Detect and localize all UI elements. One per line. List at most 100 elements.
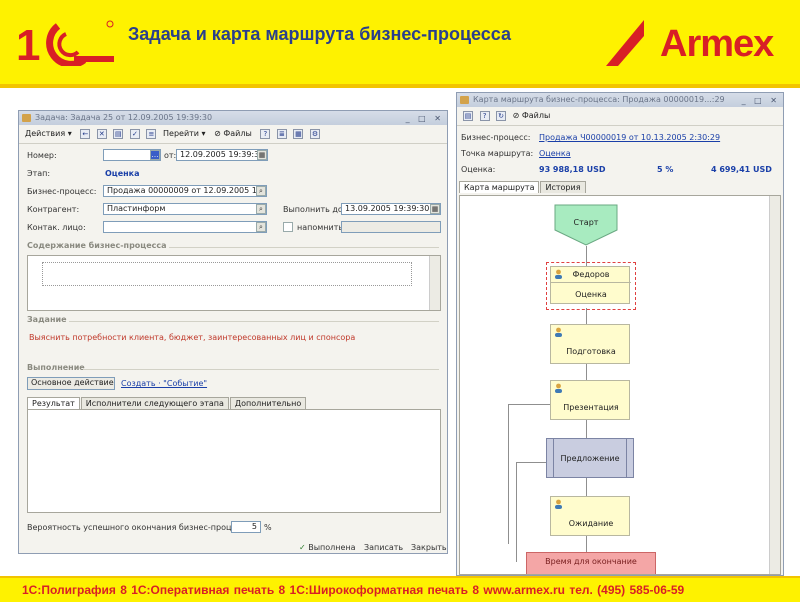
structure-icon[interactable]: ▤ (113, 129, 124, 139)
date-prefix-label: от: (164, 151, 177, 160)
tab-next-executors[interactable]: Исполнители следующего этапа (80, 397, 229, 409)
close-button[interactable]: Закрыть (411, 543, 447, 552)
estimate-amount: 93 988,18 USD (539, 165, 606, 174)
list-icon[interactable]: ≣ (276, 129, 287, 139)
check-icon: ✓ (299, 543, 306, 552)
svg-text:1: 1 (16, 21, 40, 66)
node-start-label: Старт (573, 218, 599, 227)
tab-additional[interactable]: Дополнительно (229, 397, 307, 409)
stage-label: Этап: (27, 169, 51, 178)
files-button[interactable]: ⊘ Файлы (513, 107, 551, 125)
remind-datetime-field[interactable] (341, 221, 441, 233)
route-window-titlebar[interactable]: Карта маршрута бизнес-процесса: Продажа … (457, 93, 783, 107)
node-evaluation[interactable]: Федоров Оценка (550, 266, 631, 304)
task-icon (22, 114, 31, 122)
contragent-search-icon[interactable]: ⌕ (256, 204, 266, 214)
person-icon (555, 499, 562, 509)
content-area[interactable] (27, 255, 441, 311)
node-evaluation-label: Оценка (575, 290, 607, 299)
task-window-title: Задача: Задача 25 от 12.09.2005 19:39:30 (35, 113, 213, 122)
route-point-link[interactable]: Оценка (539, 149, 571, 158)
task-toolbar: Действия ▾ ← ✕ ▤ ✓ ≡ Перейти ▾ ⊘ Файлы ?… (19, 125, 447, 144)
settings-icon[interactable]: ⚙ (309, 129, 320, 139)
header-banner: 1 Задача и карта маршрута бизнес-процесс… (0, 0, 800, 84)
node-divider (551, 282, 631, 283)
loop-connector (508, 404, 509, 544)
tab-history[interactable]: История (540, 181, 586, 193)
contact-field[interactable] (103, 221, 267, 233)
task-window-titlebar[interactable]: Задача: Задача 25 от 12.09.2005 19:39:30… (19, 111, 447, 125)
checklist-icon[interactable]: ✓ (129, 129, 140, 139)
probability-unit: % (264, 523, 272, 532)
actions-menu[interactable]: Действия ▾ (25, 125, 72, 143)
route-toolbar: ▤ ? ↻ ⊘ Файлы (457, 107, 783, 126)
contragent-field[interactable]: Пластинформ (103, 203, 267, 215)
result-area[interactable] (27, 409, 441, 513)
complete-button[interactable]: ✓ Выполнена (299, 543, 356, 552)
connector-arrow (586, 420, 587, 440)
table-icon[interactable]: ▦ (293, 129, 304, 139)
route-tabs: Карта маршрута История (459, 181, 587, 193)
loop-connector (508, 404, 550, 405)
route-map-scrollbar[interactable] (769, 196, 780, 574)
remind-checkbox[interactable] (283, 222, 293, 232)
loop-connector (516, 462, 546, 463)
done-by-label: Выполнить до: (283, 205, 346, 214)
route-map-canvas[interactable]: Старт Федоров Оценка Подготовка Презента… (459, 195, 781, 575)
execution-section-title: Выполнение (27, 363, 85, 372)
content-scrollbar[interactable] (429, 256, 440, 310)
person-icon (555, 327, 562, 337)
bp-field[interactable]: Продажа 00000009 от 12.09.2005 19:39: (103, 185, 267, 197)
number-picker-icon[interactable]: … (150, 150, 160, 160)
task-text: Выяснить потребности клиента, бюджет, за… (29, 333, 356, 342)
content-section-title: Содержание бизнес-процесса (27, 241, 167, 250)
header-divider (0, 84, 800, 88)
route-bp-link[interactable]: Продажа Ч00000019 от 10.13.2005 2:30:29 (539, 133, 720, 142)
bp-search-icon[interactable]: ⌕ (256, 186, 266, 196)
bp-label: Бизнес-процесс: (27, 187, 97, 196)
node-preparation[interactable]: Подготовка (550, 324, 630, 364)
goto-menu[interactable]: Перейти ▾ (163, 125, 206, 143)
done-by-calendar-icon[interactable]: ▦ (430, 204, 440, 214)
save-button[interactable]: Записать (364, 543, 403, 552)
task-window: Задача: Задача 25 от 12.09.2005 19:39:30… (18, 110, 448, 554)
route-map-icon (460, 96, 469, 104)
stage-value: Оценка (105, 169, 140, 178)
date-field[interactable]: 12.09.2005 19:39:30 (176, 149, 268, 161)
refresh-icon[interactable]: ↻ (496, 111, 507, 121)
window-controls[interactable]: _ □ ✕ (406, 112, 444, 125)
done-by-field[interactable]: 13.09.2005 19:39:30 (341, 203, 441, 215)
contact-search-icon[interactable]: ⌕ (256, 222, 266, 232)
estimate-label: Оценка: (461, 165, 496, 174)
help-icon[interactable]: ? (479, 111, 490, 121)
1c-logo-icon: 1 (16, 20, 114, 66)
node-end[interactable]: Время для окончание (526, 552, 656, 574)
tab-route-map[interactable]: Карта маршрута (459, 181, 540, 193)
brand-name: Armex (660, 23, 774, 65)
document-icon[interactable]: ≡ (146, 129, 157, 139)
route-window-title: Карта маршрута бизнес-процесса: Продажа … (473, 95, 725, 104)
probability-field[interactable]: 5 (231, 521, 261, 533)
window-controls[interactable]: _ □ ✕ (742, 94, 780, 107)
node-presentation[interactable]: Презентация (550, 380, 630, 420)
create-event-link[interactable]: Создать · "Событие" (121, 379, 207, 388)
footer-text: 1С:Полиграфия 8 1С:Оперативная печать 8 … (22, 583, 685, 597)
print-icon[interactable]: ▤ (463, 111, 473, 121)
person-icon (555, 383, 562, 393)
node-proposal[interactable]: Предложение (546, 438, 634, 478)
delete-icon[interactable]: ✕ (96, 129, 107, 139)
node-assignee: Федоров (572, 270, 610, 279)
files-button[interactable]: ⊘ Файлы (214, 125, 252, 143)
calendar-icon[interactable]: ▦ (257, 150, 267, 160)
tab-result[interactable]: Результат (27, 397, 80, 409)
back-icon[interactable]: ← (80, 129, 91, 139)
main-action-button[interactable]: Основное действие ▾ (27, 377, 115, 390)
contact-label: Контак. лицо: (27, 223, 86, 232)
node-waiting[interactable]: Ожидание (550, 496, 630, 536)
execution-section-divider (83, 369, 439, 370)
help-icon[interactable]: ? (260, 129, 271, 139)
estimate-total: 4 699,41 USD (711, 165, 772, 174)
content-section-divider (169, 247, 439, 248)
probability-label: Вероятность успешного окончания бизнес-п… (27, 523, 253, 532)
page-title: Задача и карта маршрута бизнес-процесса (128, 24, 512, 44)
